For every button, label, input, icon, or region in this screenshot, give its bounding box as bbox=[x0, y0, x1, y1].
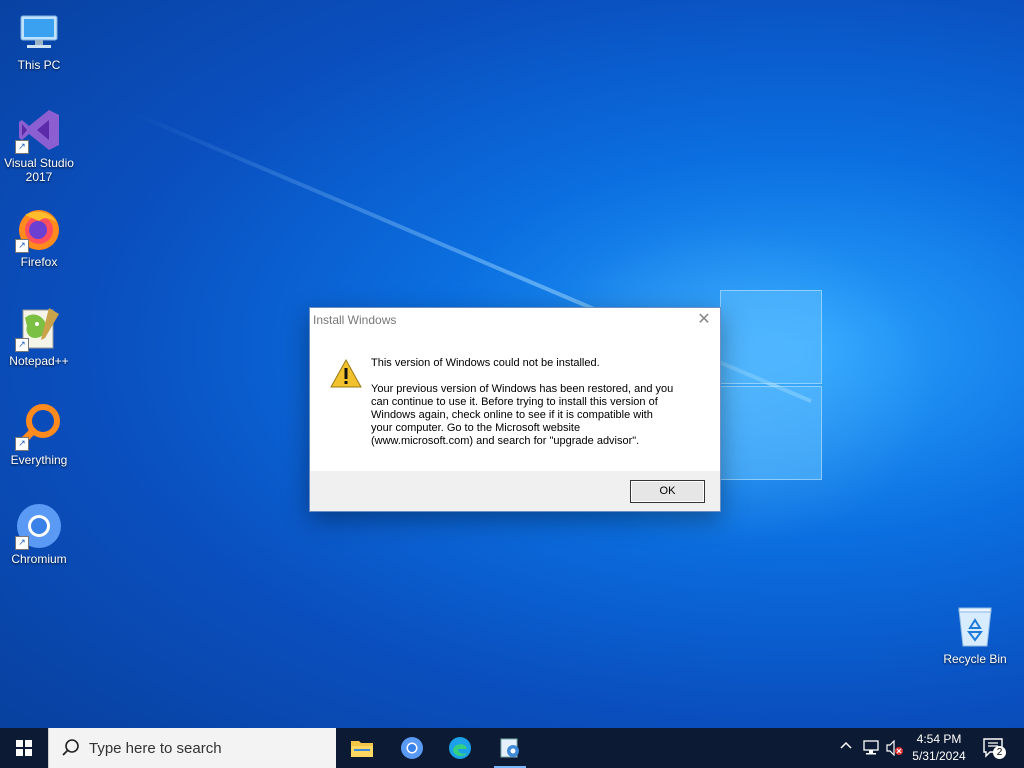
taskbar-chromium[interactable] bbox=[388, 728, 436, 768]
shortcut-arrow-icon: ↗ bbox=[15, 239, 29, 253]
install-windows-dialog: Install Windows ✕ This version of Window… bbox=[309, 307, 721, 512]
chevron-up-icon bbox=[840, 739, 852, 755]
desktop-icon-label: Visual Studio 2017 bbox=[4, 156, 74, 184]
desktop-icon-label: Notepad++ bbox=[9, 354, 69, 368]
desktop-icon-label: This PC bbox=[17, 58, 61, 72]
taskbar-setup[interactable] bbox=[486, 728, 534, 768]
desktop-icon-recycle-bin[interactable]: Recycle Bin bbox=[935, 602, 1015, 666]
visual-studio-icon: ↗ bbox=[15, 106, 63, 154]
wallpaper-window-pane bbox=[720, 386, 822, 480]
taskbar: Type here to search 4:54 PM 5/31/2024 2 bbox=[0, 728, 1024, 768]
shortcut-arrow-icon: ↗ bbox=[15, 536, 29, 550]
desktop-icon-visual-studio[interactable]: ↗ Visual Studio 2017 bbox=[0, 106, 79, 184]
search-icon bbox=[61, 738, 81, 758]
search-placeholder: Type here to search bbox=[89, 740, 222, 757]
network-icon bbox=[863, 740, 879, 761]
folder-icon bbox=[351, 738, 373, 758]
dialog-title: Install Windows bbox=[313, 313, 397, 327]
desktop-icon-firefox[interactable]: ↗ Firefox bbox=[0, 205, 79, 269]
clock-date: 5/31/2024 bbox=[912, 749, 966, 763]
volume-tray[interactable] bbox=[884, 728, 904, 768]
notification-count-badge: 2 bbox=[993, 746, 1006, 759]
desktop-icon-label: Everything bbox=[10, 453, 68, 467]
network-tray[interactable] bbox=[861, 728, 881, 768]
shortcut-arrow-icon: ↗ bbox=[15, 437, 29, 451]
shortcut-arrow-icon: ↗ bbox=[15, 140, 29, 154]
magnifier-icon: ↗ bbox=[15, 403, 63, 451]
desktop-icon-label: Recycle Bin bbox=[943, 652, 1007, 666]
taskbar-file-explorer[interactable] bbox=[338, 728, 386, 768]
taskbar-clock[interactable]: 4:54 PM 5/31/2024 bbox=[906, 731, 972, 765]
dialog-titlebar[interactable]: Install Windows ✕ bbox=[310, 308, 720, 332]
dialog-footer: OK bbox=[310, 471, 720, 511]
desktop-icon-chromium[interactable]: ↗ Chromium bbox=[0, 502, 79, 566]
desktop-icon-notepadpp[interactable]: ↗ Notepad++ bbox=[0, 304, 79, 368]
desktop-icon-this-pc[interactable]: This PC bbox=[0, 8, 79, 72]
wallpaper-window-pane bbox=[720, 290, 822, 384]
close-icon[interactable]: ✕ bbox=[694, 310, 714, 330]
notepadpp-icon: ↗ bbox=[15, 304, 63, 352]
start-button[interactable] bbox=[0, 728, 48, 768]
recycle-bin-icon bbox=[951, 602, 999, 650]
clock-time: 4:54 PM bbox=[916, 732, 962, 746]
chromium-icon: ↗ bbox=[15, 502, 63, 550]
chromium-icon bbox=[400, 736, 424, 760]
taskbar-search-box[interactable]: Type here to search bbox=[48, 728, 336, 768]
desktop-icon-label: Chromium bbox=[11, 552, 67, 566]
ok-button[interactable]: OK bbox=[630, 480, 705, 503]
setup-icon bbox=[498, 736, 522, 760]
action-center-button[interactable]: 2 bbox=[982, 736, 1006, 760]
taskbar-edge[interactable] bbox=[436, 728, 484, 768]
desktop-icon-everything[interactable]: ↗ Everything bbox=[0, 403, 79, 467]
dialog-message: This version of Windows could not be ins… bbox=[371, 357, 701, 448]
dialog-content: This version of Windows could not be ins… bbox=[310, 332, 720, 470]
computer-icon bbox=[15, 8, 63, 56]
shortcut-arrow-icon: ↗ bbox=[15, 338, 29, 352]
show-hidden-icons[interactable] bbox=[838, 728, 854, 768]
firefox-icon: ↗ bbox=[15, 205, 63, 253]
windows-logo-icon bbox=[16, 740, 32, 756]
speaker-muted-icon bbox=[886, 739, 904, 761]
main-message: This version of Windows could not be ins… bbox=[371, 357, 600, 369]
edge-icon bbox=[448, 736, 472, 760]
warning-icon bbox=[330, 358, 362, 390]
desktop-icon-label: Firefox bbox=[20, 255, 58, 269]
detail-message: Your previous version of Windows has bee… bbox=[371, 383, 674, 447]
